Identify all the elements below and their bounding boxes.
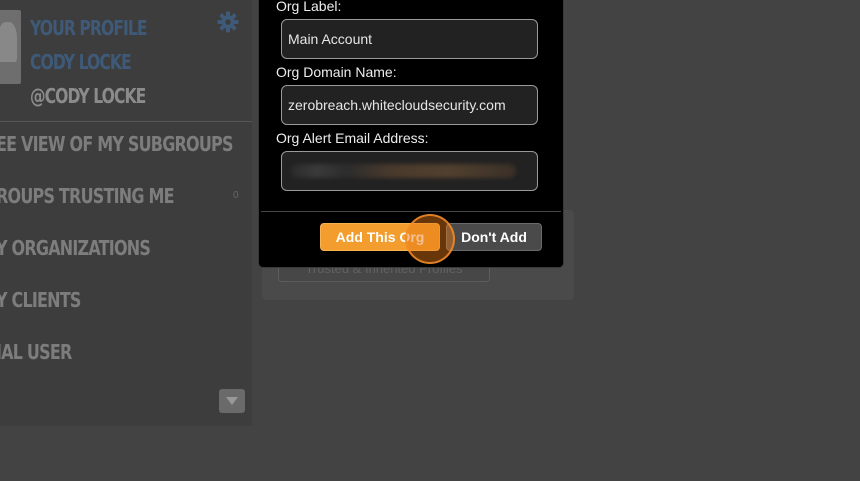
org-domain-input[interactable]: zerobreach.whitecloudsecurity.com bbox=[281, 85, 538, 125]
dialog-divider bbox=[261, 211, 561, 212]
avatar[interactable] bbox=[0, 10, 21, 84]
profile-title-link[interactable]: YOUR PROFILE bbox=[30, 16, 148, 40]
chevron-down-icon[interactable] bbox=[219, 389, 245, 413]
dont-add-button[interactable]: Don't Add bbox=[446, 223, 542, 251]
org-alert-email-label: Org Alert Email Address: bbox=[276, 130, 429, 146]
profile-handle: @CODY LOCKE bbox=[30, 84, 146, 108]
org-label-label: Org Label: bbox=[276, 0, 342, 14]
org-domain-label: Org Domain Name: bbox=[276, 64, 397, 80]
sidebar-divider bbox=[0, 121, 252, 122]
sidebar: YOUR PROFILE CODY LOCKE @CODY LOCKE EE V… bbox=[0, 0, 252, 426]
org-label-input[interactable]: Main Account bbox=[281, 19, 538, 59]
sidebar-item-groups-trusting-me[interactable]: ROUPS TRUSTING ME bbox=[0, 184, 175, 208]
org-alert-email-input[interactable] bbox=[281, 151, 538, 191]
sidebar-item-trial-user[interactable]: IAL USER bbox=[0, 340, 72, 364]
gear-icon[interactable] bbox=[216, 10, 240, 34]
add-org-dialog: Org Label: Main Account Org Domain Name:… bbox=[258, 0, 564, 268]
sidebar-item-subgroups-tree[interactable]: EE VIEW OF MY SUBGROUPS bbox=[0, 132, 234, 156]
sidebar-item-organizations[interactable]: Y ORGANIZATIONS bbox=[0, 236, 151, 260]
redacted-email bbox=[290, 164, 516, 178]
sidebar-item-clients[interactable]: Y CLIENTS bbox=[0, 288, 81, 312]
profile-name-link[interactable]: CODY LOCKE bbox=[30, 50, 132, 74]
trust-count-badge: 0 bbox=[233, 190, 239, 201]
add-org-button[interactable]: Add This Org bbox=[320, 223, 440, 251]
